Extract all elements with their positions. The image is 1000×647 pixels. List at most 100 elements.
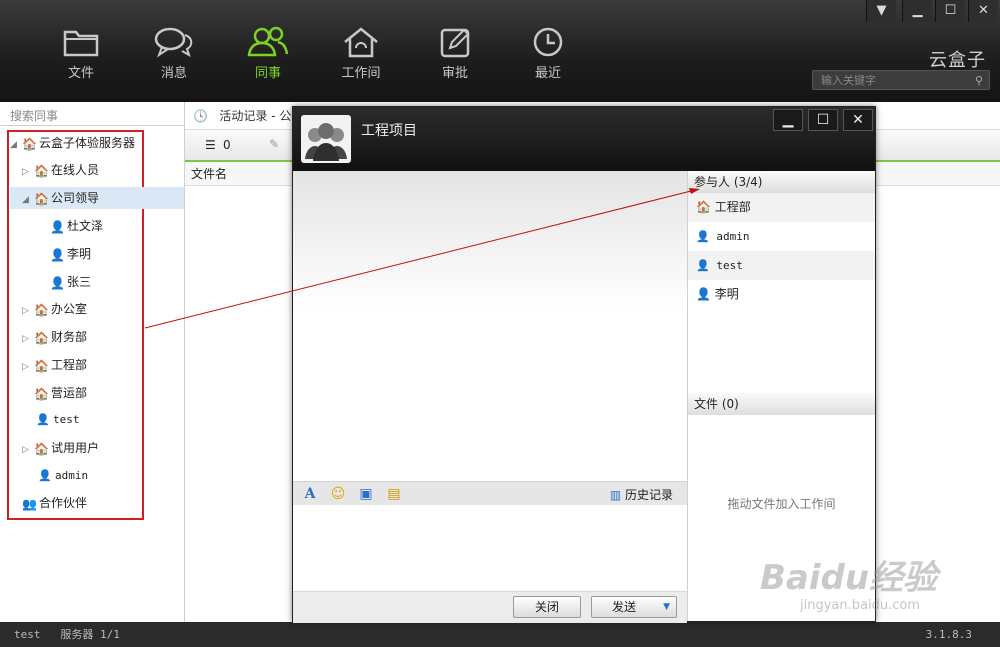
dialog-title: 工程项目	[361, 123, 417, 139]
house-icon: 🏠	[34, 386, 49, 401]
tree-label: 财务部	[51, 330, 88, 344]
dialog-header: 工程项目 ▁ ☐ ✕	[293, 107, 875, 171]
search-input[interactable]: 输入关键字 ⚲	[812, 70, 990, 90]
dialog-maximize-button[interactable]: ☐	[808, 109, 838, 131]
status-server: 服务器 1/1	[60, 628, 120, 641]
collapse-icon[interactable]: ▷	[22, 328, 34, 350]
user-icon: 👤	[50, 219, 65, 234]
nav-messages[interactable]: 消息	[139, 26, 209, 81]
brand-logo: 云盒子	[929, 50, 986, 71]
collapse-icon[interactable]: ▷	[22, 356, 34, 378]
nav-label: 同事	[254, 66, 281, 81]
chat-history-area[interactable]	[293, 171, 687, 481]
tree-user[interactable]: 👤 杜文泽	[50, 215, 103, 237]
tab-label: 活动记录 - 公	[219, 109, 292, 123]
watermark-url: jingyan.baidu.com	[800, 598, 920, 613]
emoji-icon[interactable]: ☺	[329, 485, 347, 503]
tree-label: 营运部	[51, 386, 88, 400]
house-icon: 🏠	[34, 163, 49, 178]
nav-colleagues[interactable]: 同事	[233, 26, 303, 81]
search-placeholder: 输入关键字	[821, 74, 876, 87]
minimize-button[interactable]: ▁	[902, 0, 932, 22]
history-button[interactable]: ▥ 历史记录	[610, 486, 673, 503]
house-icon: 🏠	[34, 441, 49, 456]
nav-approval[interactable]: 审批	[420, 26, 490, 81]
user-icon: 👤	[696, 230, 710, 243]
colleague-search-input[interactable]: 搜索同事	[0, 102, 184, 126]
colleague-search-placeholder: 搜索同事	[10, 109, 59, 123]
collapse-icon[interactable]: ▷	[22, 439, 34, 461]
pencil-icon[interactable]: ✎	[269, 137, 279, 151]
tree-node-trial[interactable]: ▷ 🏠 试用用户	[22, 437, 99, 459]
tree-label: admin	[55, 469, 89, 482]
status-user: test	[14, 628, 41, 641]
close-button[interactable]: ✕	[968, 0, 998, 22]
member-item[interactable]: 👤 李明	[688, 280, 875, 309]
house-icon: 🏠	[34, 191, 49, 206]
maximize-button[interactable]: ☐	[935, 0, 965, 22]
tree-label: 云盒子体验服务器	[39, 136, 136, 150]
collapse-icon[interactable]: ▷	[22, 161, 34, 183]
nav-label: 审批	[441, 66, 468, 81]
tree-label: test	[53, 413, 80, 426]
tree-node-online[interactable]: ▷ 🏠 在线人员	[22, 159, 99, 181]
member-item[interactable]: 👤 test	[688, 251, 875, 280]
tree-node-finance[interactable]: ▷ 🏠 财务部	[22, 326, 87, 348]
dialog-close-button[interactable]: ✕	[843, 109, 873, 131]
house-icon: 🏠	[34, 302, 49, 317]
history-icon: ▥	[609, 488, 622, 502]
dialog-minimize-button[interactable]: ▁	[773, 109, 803, 131]
tree-user[interactable]: 👤 张三	[50, 271, 91, 293]
search-icon[interactable]: ⚲	[975, 73, 983, 88]
tree-node-leaders[interactable]: ◢ 🏠 公司领导	[10, 187, 184, 209]
nav-label: 工作间	[341, 66, 381, 81]
nav-files[interactable]: 文件	[46, 26, 116, 81]
house-icon: 🏠	[22, 136, 37, 151]
expand-icon[interactable]: ◢	[22, 189, 34, 211]
close-dialog-button[interactable]: 关闭	[513, 596, 581, 618]
menu-dropdown-button[interactable]: ▼	[866, 0, 896, 22]
maximize-icon: ☐	[816, 112, 830, 128]
tree-node-operations[interactable]: 🏠 营运部	[34, 382, 87, 404]
tree-root[interactable]: ◢ 🏠 云盒子体验服务器	[10, 132, 135, 154]
group-avatar-icon	[305, 123, 347, 161]
participants-header: 参与人 (3/4)	[688, 171, 875, 193]
member-item[interactable]: 👤 admin	[688, 222, 875, 251]
folder-icon[interactable]: ▤	[385, 485, 403, 503]
tree-label: 工程部	[51, 358, 88, 372]
member-item[interactable]: 🏠 工程部	[688, 193, 875, 222]
tree-user-test[interactable]: 👤 test	[36, 409, 80, 431]
expand-icon[interactable]: ◢	[10, 134, 22, 156]
send-button[interactable]: 发送 ▼	[591, 596, 677, 618]
tree-user-admin[interactable]: 👤 admin	[38, 465, 88, 487]
user-icon: 👤	[696, 287, 711, 301]
tree-user[interactable]: 👤 李明	[50, 243, 91, 265]
nav-label: 文件	[67, 66, 94, 81]
chat-toolbar: A ☺ ▣ ▤ ▥ 历史记录	[293, 481, 687, 505]
nav-workspace[interactable]: 工作间	[326, 26, 396, 81]
status-bar: test 服务器 1/1 3.1.8.3	[0, 622, 1000, 647]
member-name: admin	[716, 230, 750, 243]
user-icon: 👤	[50, 275, 65, 290]
chevron-down-icon[interactable]: ▼	[663, 597, 670, 617]
list-icon[interactable]: ☰	[205, 138, 216, 152]
member-name: 李明	[714, 287, 739, 301]
nav-label: 消息	[160, 66, 187, 81]
tree-node-engineering[interactable]: ▷ 🏠 工程部	[22, 354, 87, 376]
font-icon[interactable]: A	[301, 485, 319, 503]
member-name: 工程部	[714, 200, 751, 214]
screenshot-icon[interactable]: ▣	[357, 485, 375, 503]
message-input[interactable]	[293, 505, 687, 591]
nav-recent[interactable]: 最近	[513, 26, 583, 81]
send-label: 发送	[612, 600, 637, 614]
chevron-down-icon: ▼	[876, 3, 887, 18]
collapse-icon[interactable]: ▷	[22, 300, 34, 322]
tree-label: 在线人员	[51, 163, 100, 177]
minimize-icon: ▁	[912, 3, 923, 18]
user-icon: 👤	[50, 247, 65, 262]
user-icon: 👤	[36, 413, 50, 426]
tree-node-office[interactable]: ▷ 🏠 办公室	[22, 298, 87, 320]
group-icon: 👥	[22, 496, 37, 511]
count-label: 0	[223, 138, 231, 152]
tree-node-partners[interactable]: 👥 合作伙伴	[22, 492, 87, 514]
